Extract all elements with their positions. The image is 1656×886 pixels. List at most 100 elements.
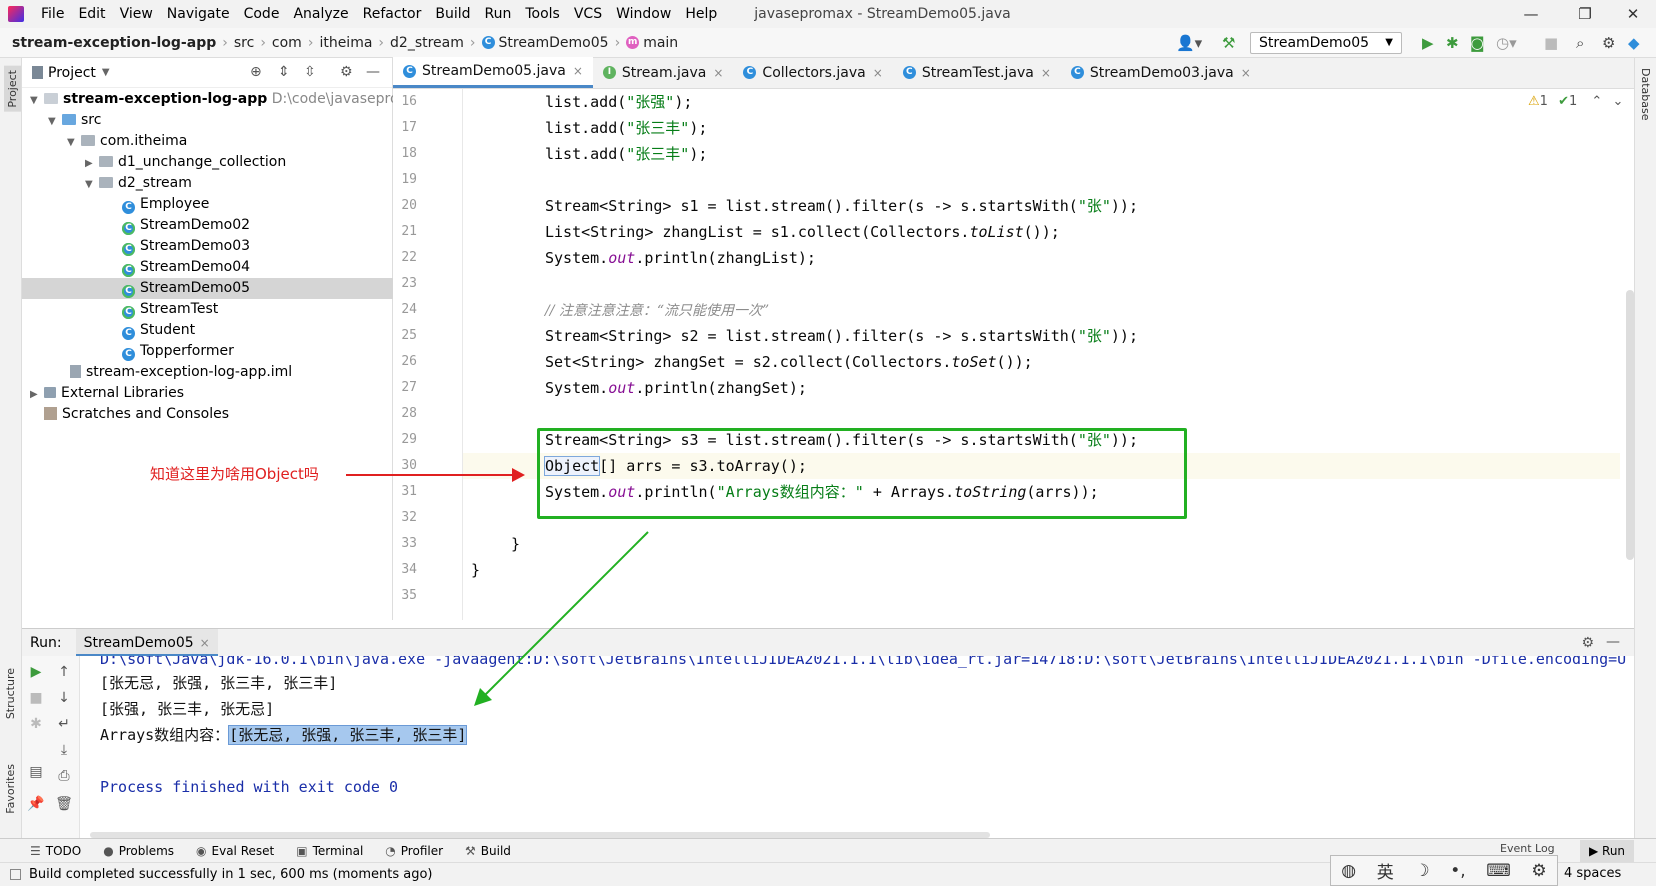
tree-item-d2[interactable]: ▼ d2_stream — [22, 173, 393, 194]
breadcrumb-com[interactable]: com — [272, 35, 302, 51]
close-icon[interactable]: × — [1241, 66, 1251, 80]
run-configuration-select[interactable]: StreamDemo05 ▼ — [1250, 32, 1402, 54]
debug-icon[interactable]: ✱ — [1446, 34, 1459, 52]
close-icon[interactable]: ✕ — [1610, 0, 1656, 28]
close-icon[interactable]: × — [200, 636, 210, 650]
tree-item-d1[interactable]: ▶ d1_unchange_collection — [22, 152, 393, 173]
restore-icon[interactable]: ❐ — [1562, 0, 1608, 28]
gear-icon[interactable]: ⚙ — [340, 64, 353, 80]
database-tool-tab[interactable]: Database — [1639, 68, 1652, 121]
tree-item-class[interactable]: C Student — [22, 320, 393, 341]
menu-help[interactable]: Help — [678, 0, 724, 28]
run-icon[interactable]: ▶ — [1422, 34, 1434, 52]
editor-scrollbar[interactable] — [1626, 290, 1634, 560]
tree-item-class[interactable]: C Employee — [22, 194, 393, 215]
event-log-button[interactable]: Event Log — [1500, 842, 1555, 855]
close-icon[interactable]: × — [573, 64, 583, 78]
gear-icon[interactable]: ⚙ — [1602, 34, 1615, 52]
coverage-icon[interactable]: ◙ — [1470, 34, 1485, 52]
punctuation-icon[interactable]: •, — [1450, 861, 1465, 881]
tree-item-class[interactable]: C StreamDemo04 — [22, 257, 393, 278]
tree-item-scratches[interactable]: Scratches and Consoles — [22, 404, 393, 425]
scroll-to-end-icon[interactable]: ⤓ — [54, 742, 74, 758]
tree-item-class[interactable]: C StreamTest — [22, 299, 393, 320]
chevron-down-icon[interactable]: ▼ — [102, 67, 110, 78]
project-tool-tab[interactable]: Project — [4, 66, 21, 112]
breadcrumb-itheima[interactable]: itheima — [319, 35, 372, 51]
close-icon[interactable]: × — [873, 66, 883, 80]
layout-icon[interactable]: ▤ — [26, 764, 46, 780]
menu-window[interactable]: Window — [609, 0, 678, 28]
tree-item-class-selected[interactable]: C StreamDemo05 — [22, 278, 393, 299]
jetbrains-icon[interactable]: ◆ — [1628, 34, 1640, 52]
tree-item-project-root[interactable]: ▼ stream-exception-log-app D:\code\javase… — [22, 89, 393, 110]
profile-icon[interactable]: ◷▾ — [1496, 34, 1517, 52]
gear-icon[interactable]: ⚙ — [1531, 861, 1546, 881]
arrow-up-icon[interactable]: ↑ — [54, 664, 74, 680]
arrow-down-icon[interactable]: ↓ — [54, 690, 74, 706]
close-icon[interactable]: × — [713, 66, 723, 80]
keyboard-icon[interactable]: ⌨ — [1486, 861, 1511, 881]
tree-item-class[interactable]: C StreamDemo03 — [22, 236, 393, 257]
debug-icon[interactable]: ✱ — [26, 716, 46, 732]
hammer-build-icon[interactable]: ⚒ — [1222, 34, 1235, 52]
breadcrumb-d2-stream[interactable]: d2_stream — [390, 35, 464, 51]
close-icon[interactable]: × — [1041, 66, 1051, 80]
chevron-up-icon[interactable]: ⌃ — [1591, 94, 1602, 109]
tab-streamdemo05[interactable]: C StreamDemo05.java × — [393, 57, 593, 88]
collapse-all-icon[interactable]: ⇳ — [304, 64, 316, 80]
hide-icon[interactable]: — — [1606, 634, 1620, 650]
breadcrumb-project[interactable]: stream-exception-log-app — [12, 35, 216, 51]
tab-streamdemo03[interactable]: C StreamDemo03.java × — [1061, 57, 1261, 88]
stop-icon[interactable]: ■ — [1544, 34, 1558, 52]
expand-all-icon[interactable]: ⇕ — [278, 64, 290, 80]
menu-file[interactable]: File — [34, 0, 71, 28]
menu-edit[interactable]: Edit — [71, 0, 112, 28]
run-tab-streamdemo05[interactable]: StreamDemo05 × — [75, 628, 218, 657]
rerun-icon[interactable]: ▶ — [26, 664, 46, 680]
user-icon[interactable]: 👤▾ — [1176, 34, 1202, 52]
chevron-down-icon[interactable]: ⌄ — [1612, 94, 1623, 109]
breadcrumb-class[interactable]: StreamDemo05 — [499, 35, 609, 51]
moon-icon[interactable]: ☽ — [1414, 861, 1429, 881]
tab-streamtest[interactable]: C StreamTest.java × — [893, 57, 1061, 88]
tool-tab-terminal[interactable]: ▣ Terminal — [296, 844, 363, 858]
menu-code[interactable]: Code — [237, 0, 287, 28]
tool-tab-problems[interactable]: ● Problems — [103, 844, 174, 858]
tree-item-class[interactable]: C Topperformer — [22, 341, 393, 362]
stop-icon[interactable]: ■ — [26, 690, 46, 706]
status-message[interactable]: Build completed successfully in 1 sec, 6… — [29, 867, 433, 882]
locate-icon[interactable]: ⊕ — [250, 64, 262, 80]
breadcrumb-method[interactable]: main — [643, 35, 678, 51]
menu-navigate[interactable]: Navigate — [160, 0, 237, 28]
structure-tool-tab[interactable]: Structure — [4, 668, 17, 719]
soft-wrap-icon[interactable]: ↵ — [54, 716, 74, 732]
minimize-icon[interactable]: — — [1508, 0, 1554, 28]
tool-tab-todo[interactable]: ☰ TODO — [30, 844, 81, 858]
tree-item-src[interactable]: ▼ src — [22, 110, 393, 131]
hide-icon[interactable]: — — [366, 64, 380, 80]
tree-item-iml[interactable]: stream-exception-log-app.iml — [22, 362, 393, 383]
inspection-widget[interactable]: ⚠1 ✔1 ⌃ ⌄ — [1528, 94, 1623, 109]
search-icon[interactable]: ⌕ — [1576, 34, 1584, 52]
tool-tab-profiler[interactable]: ◔ Profiler — [385, 844, 443, 858]
menu-analyze[interactable]: Analyze — [286, 0, 355, 28]
tab-collectors[interactable]: C Collectors.java × — [733, 57, 892, 88]
tree-item-external-libraries[interactable]: ▶ External Libraries — [22, 383, 393, 404]
tab-stream[interactable]: I Stream.java × — [593, 57, 734, 88]
menu-vcs[interactable]: VCS — [567, 0, 609, 28]
tool-tab-eval-reset[interactable]: ◉ Eval Reset — [196, 844, 274, 858]
menu-run[interactable]: Run — [478, 0, 519, 28]
run-tool-button[interactable]: ▶ Run — [1580, 840, 1634, 862]
menu-build[interactable]: Build — [428, 0, 477, 28]
gear-icon[interactable]: ⚙ — [1581, 635, 1594, 651]
menu-refactor[interactable]: Refactor — [356, 0, 429, 28]
ime-logo-icon[interactable]: ◍ — [1341, 861, 1356, 881]
status-toggle-icon[interactable] — [10, 869, 21, 880]
menu-tools[interactable]: Tools — [518, 0, 567, 28]
pin-icon[interactable]: 📌 — [26, 796, 46, 812]
ime-language[interactable]: 英 — [1377, 858, 1394, 883]
favorites-tool-tab[interactable]: Favorites — [4, 764, 17, 814]
breadcrumb-src[interactable]: src — [234, 35, 254, 51]
menu-view[interactable]: View — [113, 0, 160, 28]
